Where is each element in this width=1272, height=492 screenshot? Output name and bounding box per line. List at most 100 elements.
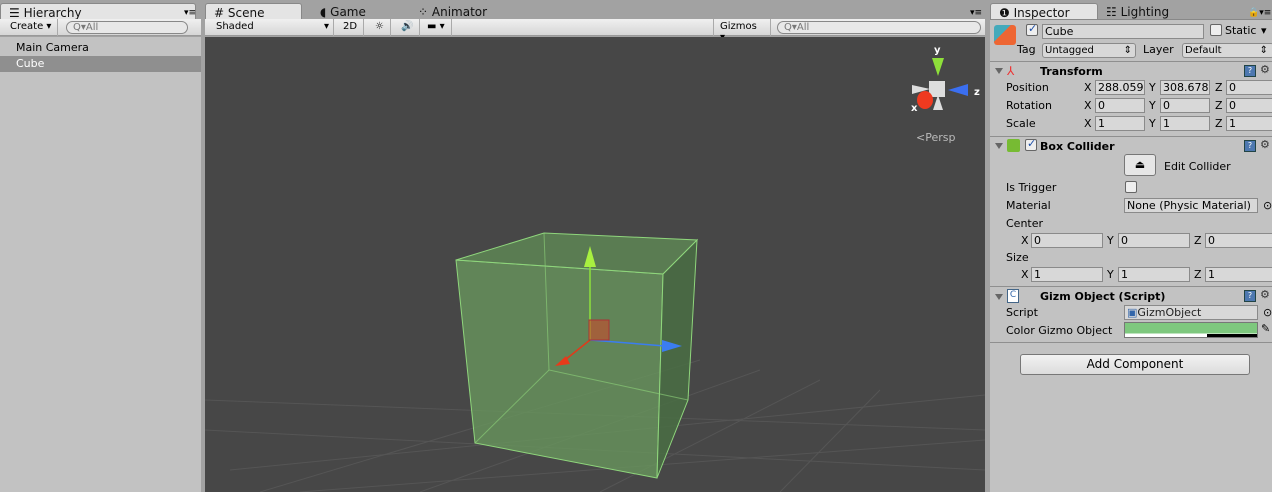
tab-scene[interactable]: # Scene <box>205 3 302 20</box>
shading-dropdown[interactable]: Shaded ▾ <box>210 19 334 36</box>
lock-icon[interactable]: 🔒▾≡ <box>1248 8 1271 18</box>
foldout-box-collider[interactable] <box>995 143 1003 149</box>
lighting-icon[interactable]: ☼ <box>369 19 391 36</box>
projection-label[interactable]: <Persp <box>916 131 955 144</box>
lighting-icon: ☷ <box>1106 5 1121 19</box>
tag-dropdown[interactable]: Untagged ⇕ <box>1042 43 1136 58</box>
orientation-gizmo[interactable] <box>912 58 968 110</box>
scale-x-input[interactable]: 1 <box>1095 116 1145 131</box>
y-label: Y <box>1107 234 1114 247</box>
cube-object-icon <box>994 25 1016 45</box>
hierarchy-search-input[interactable]: Q▾All <box>66 21 188 34</box>
divider <box>990 61 1272 62</box>
active-checkbox[interactable] <box>1026 22 1038 36</box>
create-button[interactable]: Create ▾ <box>4 19 59 36</box>
object-picker-icon[interactable]: ⊙ <box>1263 306 1272 319</box>
gizmos-dropdown[interactable]: Gizmos ▾ <box>713 19 771 43</box>
divider <box>990 286 1272 287</box>
cube-gizmo[interactable] <box>455 232 699 479</box>
scene-search-input[interactable]: Q▾All <box>777 21 981 34</box>
z-label: Z <box>1215 99 1223 112</box>
scale-y-input[interactable]: 1 <box>1160 116 1210 131</box>
transform-icon: ⅄ <box>1007 64 1015 78</box>
object-picker-icon[interactable]: ⊙ <box>1263 199 1272 212</box>
material-field[interactable]: None (Physic Material) <box>1124 198 1258 213</box>
tab-hierarchy[interactable]: ☰ Hierarchy <box>0 3 196 20</box>
add-component-button[interactable]: Add Component <box>1020 354 1250 375</box>
help-icon[interactable]: ? <box>1244 290 1256 302</box>
panel-menu-icon[interactable]: ▾≡ <box>184 8 196 18</box>
script-field[interactable]: ▣GizmObject <box>1124 305 1258 320</box>
x-label: X <box>1084 99 1092 112</box>
z-label: Z <box>1215 81 1223 94</box>
tab-lighting[interactable]: ☷ Lighting <box>1098 3 1177 20</box>
axis-z-label: z <box>974 87 980 98</box>
center-label: Center <box>1006 217 1044 230</box>
box-collider-enabled-checkbox[interactable] <box>1025 137 1037 151</box>
audio-icon[interactable]: 🔊 <box>395 19 421 36</box>
center-z-input[interactable]: 0 <box>1205 233 1272 248</box>
static-checkbox[interactable] <box>1210 24 1222 36</box>
color-label: Color Gizmo Object <box>1006 324 1113 337</box>
rotation-z-input[interactable]: 0 <box>1226 98 1272 113</box>
gear-icon[interactable]: ⚙ <box>1260 138 1270 151</box>
z-label: Z <box>1215 117 1223 130</box>
y-label: Y <box>1149 81 1156 94</box>
foldout-script[interactable] <box>995 294 1003 300</box>
x-label: X <box>1021 234 1029 247</box>
size-label: Size <box>1006 251 1029 264</box>
y-label: Y <box>1149 99 1156 112</box>
object-name-input[interactable]: Cube <box>1042 24 1204 39</box>
color-field[interactable] <box>1124 322 1258 338</box>
tab-animator[interactable]: ⁘ Animator <box>410 3 495 20</box>
size-x-input[interactable]: 1 <box>1031 267 1103 282</box>
effects-icon[interactable]: ▬ ▾ <box>421 19 452 36</box>
size-z-input[interactable]: 1 <box>1205 267 1272 282</box>
foldout-transform[interactable] <box>995 68 1003 74</box>
position-z-input[interactable]: 0 <box>1226 80 1272 95</box>
help-icon[interactable]: ? <box>1244 65 1256 77</box>
rotation-label: Rotation <box>1006 99 1053 112</box>
scene-view[interactable]: y z x <Persp <box>205 37 985 492</box>
edit-collider-button[interactable]: ⏏ <box>1124 154 1156 176</box>
center-x-input[interactable]: 0 <box>1031 233 1103 248</box>
script-title: Gizm Object (Script) <box>1040 290 1166 303</box>
eyedropper-icon[interactable]: ✎ <box>1261 322 1270 335</box>
x-label: X <box>1084 117 1092 130</box>
position-y-input[interactable]: 308.678 <box>1160 80 1210 95</box>
gear-icon[interactable]: ⚙ <box>1260 63 1270 76</box>
alpha-bar <box>1207 334 1257 337</box>
y-label: Y <box>1149 117 1156 130</box>
box-collider-title: Box Collider <box>1040 140 1115 153</box>
list-item[interactable]: Main Camera <box>16 41 89 54</box>
scene-toolbar: Shaded▾ 2D ☼ 🔊 ▬ ▾ Gizmos ▾ Q▾All <box>205 19 985 43</box>
info-icon: ❶ <box>999 6 1014 20</box>
box-collider-icon <box>1007 139 1020 152</box>
size-y-input[interactable]: 1 <box>1118 267 1190 282</box>
position-label: Position <box>1006 81 1049 94</box>
center-y-input[interactable]: 0 <box>1118 233 1190 248</box>
tab-game[interactable]: ◖ Game <box>312 3 374 20</box>
help-icon[interactable]: ? <box>1244 140 1256 152</box>
rotation-x-input[interactable]: 0 <box>1095 98 1145 113</box>
scale-z-input[interactable]: 1 <box>1226 116 1272 131</box>
layer-dropdown[interactable]: Default ⇕ <box>1182 43 1272 58</box>
axis-x-label: x <box>911 103 918 114</box>
2d-toggle[interactable]: 2D <box>337 19 365 36</box>
divider <box>990 342 1272 343</box>
position-x-input[interactable]: 288.059 <box>1095 80 1145 95</box>
z-label: Z <box>1194 268 1202 281</box>
transform-title: Transform <box>1040 65 1103 78</box>
x-label: X <box>1021 268 1029 281</box>
static-dropdown-icon[interactable]: ▾ <box>1261 24 1267 37</box>
material-label: Material <box>1006 199 1051 212</box>
rotation-y-input[interactable]: 0 <box>1160 98 1210 113</box>
panel-menu-icon[interactable]: ▾≡ <box>970 8 982 18</box>
script-label: Script <box>1006 306 1038 319</box>
tab-inspector[interactable]: ❶ Inspector <box>990 3 1098 20</box>
list-item[interactable]: Cube <box>0 56 201 72</box>
tag-label: Tag <box>1017 43 1036 56</box>
gear-icon[interactable]: ⚙ <box>1260 288 1270 301</box>
csharp-script-icon: C <box>1007 289 1019 303</box>
is-trigger-checkbox[interactable] <box>1125 181 1137 193</box>
